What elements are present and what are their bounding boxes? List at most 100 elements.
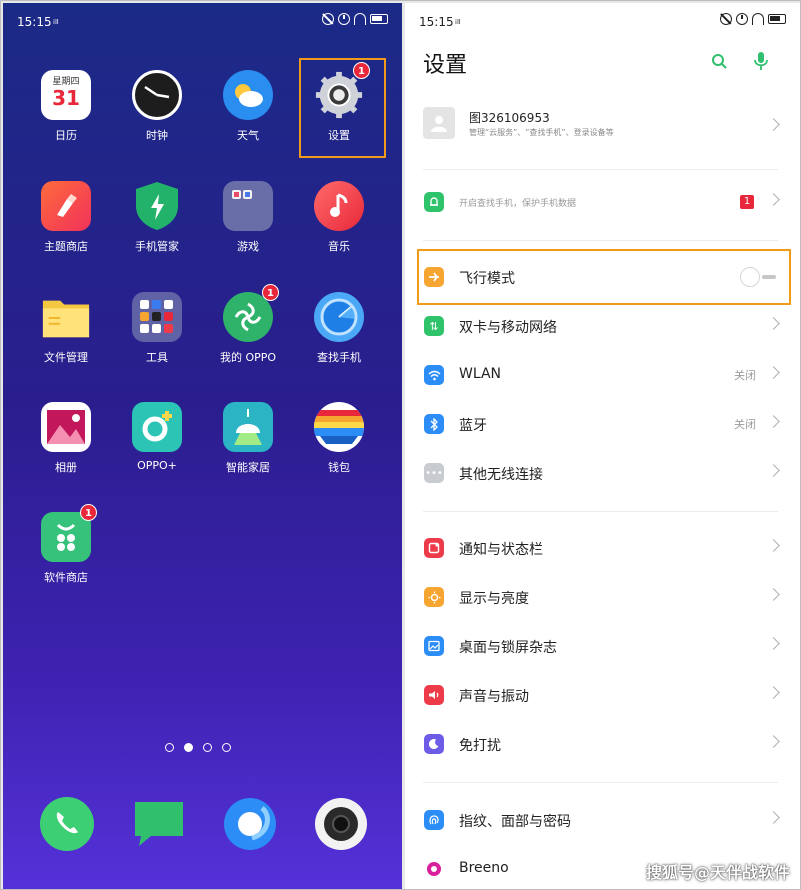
divider [423,782,778,783]
app-label: 文件管理 [44,351,88,364]
camera-icon [315,798,367,850]
wifi-icon [424,365,444,385]
row-label: 蓝牙 [459,418,487,434]
folder-tools-icon [132,292,182,342]
app-label: 时钟 [146,129,168,142]
app-label: 查找手机 [317,351,361,364]
app-music[interactable]: 音乐 [294,181,384,254]
app-label: 游戏 [237,240,259,253]
divider [423,511,778,512]
folder-icon [41,292,91,342]
do-not-disturb-row[interactable]: 免打扰 [405,720,800,768]
status-time: 15:15 [419,15,454,29]
chevron-right-icon [767,464,780,477]
calendar-day: 31 [52,86,80,110]
search-icon[interactable] [711,53,727,69]
signal-icon: ᵢₗₗ [455,14,461,27]
app-label: 我的 OPPO [219,351,277,364]
brush-icon [41,181,91,231]
dock-messages[interactable] [131,796,187,852]
row-label: 免打扰 [459,738,501,754]
app-label: OPPO+ [137,459,177,472]
microphone-icon[interactable] [753,51,769,71]
app-oppo-plus[interactable]: OPPO+ [112,402,202,472]
display-row[interactable]: 显示与亮度 [405,573,800,621]
app-smart-home[interactable]: 智能家居 [203,402,293,475]
bell-icon [424,192,444,212]
settings-screen: 15:15 ᵢₗₗ 设置 图326106953 管理“云服务”、“查找手机”、登… [405,3,800,889]
calendar-icon: 星期四 31 [41,70,91,120]
dock-browser[interactable] [222,796,278,852]
app-software-store[interactable]: 1 软件商店 [21,504,111,585]
chevron-right-icon [767,366,780,379]
brightness-icon [424,587,444,607]
other-wireless-row[interactable]: ••• 其他无线连接 [405,449,800,497]
sim-network-icon: ⇅ [424,316,444,336]
app-weather[interactable]: 天气 [203,70,293,143]
status-bar: 15:15 ᵢₗₗ [3,3,402,41]
chevron-right-icon [767,415,780,428]
store-bag-icon: 1 [41,504,97,562]
screenshot-frame: 15:15 ᵢₗₗ 星期四 31 日历 时钟 天气 1 设置 主题商店 手机管家… [0,0,801,890]
app-calendar[interactable]: 星期四 31 日历 [21,70,111,143]
row-label: Breeno [459,860,509,876]
dual-sim-row[interactable]: ⇅ 双卡与移动网络 [405,302,800,350]
fingerprint-row[interactable]: 指纹、面部与密码 [405,796,800,844]
dock-phone[interactable] [39,796,95,852]
page-dot[interactable] [203,743,212,752]
fingerprint-icon [424,810,444,830]
wallpaper-icon [424,636,444,656]
shield-icon [132,181,182,231]
page-indicator[interactable] [165,743,231,752]
sound-row[interactable]: 声音与振动 [405,671,800,719]
notifications-row[interactable]: 通知与状态栏 [405,524,800,572]
find-phone-row[interactable]: 开启查找手机，保护手机数据 1 [405,178,800,226]
notification-icon [424,538,444,558]
app-tools[interactable]: 工具 [112,292,202,365]
app-label: 主题商店 [44,240,88,253]
row-label: 双卡与移动网络 [459,320,557,336]
radar-icon [314,292,364,342]
dock-camera[interactable] [313,796,369,852]
chevron-right-icon [767,539,780,552]
page-dot-active[interactable] [184,743,193,752]
app-gallery[interactable]: 相册 [21,402,111,475]
divider [423,240,778,241]
app-find-phone[interactable]: 查找手机 [294,292,384,365]
mute-icon [720,13,732,25]
app-label: 智能家居 [226,461,270,474]
chevron-right-icon [767,588,780,601]
wlan-row[interactable]: WLAN 关闭 [405,351,800,399]
row-label: 显示与亮度 [459,591,529,607]
app-label: 手机管家 [135,240,179,253]
app-phone-manager[interactable]: 手机管家 [112,181,202,254]
headphones-icon [354,13,366,25]
notification-badge: 1 [262,284,279,301]
account-row[interactable]: 图326106953 管理“云服务”、“查找手机”、登录设备等 [405,99,800,151]
app-wallet[interactable]: 钱包 [294,402,384,475]
folder-games-icon [223,181,273,231]
app-my-oppo[interactable]: 1 我的 OPPO [203,284,293,365]
battery-icon [768,14,786,24]
chevron-right-icon [767,637,780,650]
app-file-manager[interactable]: 文件管理 [21,292,111,365]
page-dot[interactable] [222,743,231,752]
phone-icon [40,797,94,851]
oppo-plus-icon [132,402,182,452]
bluetooth-status: 关闭 [734,418,756,431]
page-dot[interactable] [165,743,174,752]
app-games[interactable]: 游戏 [203,181,293,254]
weather-icon [223,70,273,120]
status-time: 15:15 [17,15,52,29]
app-theme-store[interactable]: 主题商店 [21,181,111,254]
wallet-icon [314,402,364,452]
app-label: 日历 [55,129,77,142]
wallpaper-row[interactable]: 桌面与锁屏杂志 [405,622,800,670]
bluetooth-row[interactable]: 蓝牙 关闭 [405,400,800,448]
app-clock[interactable]: 时钟 [112,70,202,143]
battery-icon [370,14,388,24]
row-label: 通知与状态栏 [459,542,543,558]
app-label: 钱包 [328,461,350,474]
notification-badge: 1 [740,195,754,209]
chevron-right-icon [767,686,780,699]
